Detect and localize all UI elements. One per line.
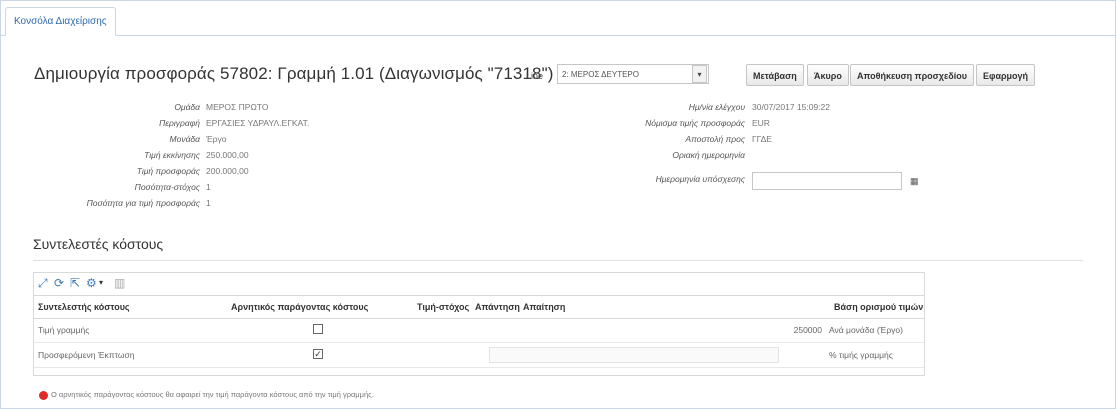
chevron-down-icon: ▾ <box>697 70 702 79</box>
column-header[interactable]: Απάντηση <box>475 296 520 318</box>
calendar-icon[interactable]: ▦ <box>910 176 920 186</box>
cost-factor-name: Τιμή γραμμής <box>38 325 90 335</box>
info-note-text: Ο αρνητικός παράγοντας κόστους θα αφαιρε… <box>51 390 374 399</box>
field-ship-to: Αποστολή προς ΓΓΔΕ <box>0 132 1116 146</box>
field-bid-quantity: Ποσότητα για τιμή προσφοράς 1 <box>0 196 400 210</box>
field-label: Ημ/νία ελέγχου <box>688 102 745 112</box>
cost-factor-name: Προσφερόμενη Έκπτωση <box>38 350 135 360</box>
pricing-basis: Ανά μονάδα (Έργο) <box>829 325 903 335</box>
field-value: 1 <box>206 198 211 208</box>
column-header[interactable]: Αρνητικός παράγοντας κόστους <box>231 296 368 318</box>
chevron-down-icon[interactable]: ▾ <box>99 276 103 290</box>
line-select-value: 2: ΜΕΡΟΣ ΔΕΥΤΕΡΟ <box>562 70 639 79</box>
column-header[interactable]: Βάση ορισμού τιμών <box>834 296 923 318</box>
field-label: Αποστολή προς <box>685 134 745 144</box>
column-header[interactable]: Απαίτηση <box>523 296 565 318</box>
cost-factors-table: ⤢ ⟳ ⇱ ⚙ ▾ ▥ Συντελεστής κόστους Αρνητικό… <box>33 272 925 376</box>
field-promise-date: Ημερομηνία υπόσχεσης <box>0 172 1116 186</box>
detach-icon[interactable]: ⤢ <box>38 276 48 290</box>
section-divider <box>33 260 1083 261</box>
tab-strip: Κονσόλα Διαχείρισης <box>1 1 1115 36</box>
info-note: Ο αρνητικός παράγοντας κόστους θα αφαιρε… <box>39 390 374 400</box>
error-icon <box>39 390 48 400</box>
field-value: ΓΓΔΕ <box>752 134 772 144</box>
line-select-arrow[interactable]: ▾ <box>692 65 707 83</box>
table-row: Προσφερόμενη Έκπτωση ✓ % τιμής γραμμής <box>34 343 924 368</box>
table-row: Τιμή γραμμής 250000 Ανά μονάδα (Έργο) <box>34 318 924 343</box>
field-check-date: Ημ/νία ελέγχου 30/07/2017 15:09:22 <box>0 100 1116 114</box>
field-deadline: Οριακή ημερομηνία <box>0 148 1116 162</box>
page-title: Δημιουργία προσφοράς 57802: Γραμμή 1.01 … <box>34 64 554 83</box>
column-header[interactable]: Τιμή-στόχος <box>417 296 469 318</box>
field-label: Οριακή ημερομηνία <box>672 150 745 160</box>
columns-icon[interactable]: ▥ <box>114 276 125 290</box>
field-value: EUR <box>752 118 770 128</box>
section-title: Συντελεστές κόστους <box>33 236 164 252</box>
export-icon[interactable]: ⇱ <box>70 276 80 290</box>
table-header: Συντελεστής κόστους Αρνητικός παράγοντας… <box>34 295 924 319</box>
field-value: 30/07/2017 15:09:22 <box>752 102 830 112</box>
field-label: Ποσότητα για τιμή προσφοράς <box>86 198 200 208</box>
field-label: Ημερομηνία υπόσχεσης <box>655 174 745 184</box>
column-header[interactable]: Συντελεστής κόστους <box>38 296 130 318</box>
negative-factor-checkbox[interactable] <box>313 324 323 334</box>
promise-date-input[interactable] <box>752 172 902 190</box>
apply-button[interactable]: Εφαρμογή <box>976 64 1036 86</box>
tab-admin-console[interactable]: Κονσόλα Διαχείρισης <box>5 7 116 36</box>
save-draft-button[interactable]: Αποθήκευση προσχεδίου <box>850 64 974 86</box>
response-input[interactable] <box>489 347 779 363</box>
field-label: Νόμισμα τιμής προσφοράς <box>645 118 745 128</box>
field-currency: Νόμισμα τιμής προσφοράς EUR <box>0 116 1116 130</box>
go-button[interactable]: Μετάβαση <box>746 64 804 86</box>
page-header: Δημιουργία προσφοράς 57802: Γραμμή 1.01 … <box>34 62 1116 90</box>
cancel-button[interactable]: Άκυρο <box>807 64 849 86</box>
gear-icon[interactable]: ⚙ <box>86 276 97 290</box>
refresh-icon[interactable]: ⟳ <box>54 276 64 290</box>
pricing-basis: % τιμής γραμμής <box>829 350 893 360</box>
table-toolbar: ⤢ ⟳ ⇱ ⚙ ▾ ▥ <box>34 273 924 293</box>
negative-factor-checkbox[interactable]: ✓ <box>313 349 323 359</box>
line-label: Line <box>526 71 544 81</box>
response-value[interactable]: 250000 <box>734 318 822 342</box>
line-select[interactable]: 2: ΜΕΡΟΣ ΔΕΥΤΕΡΟ <box>557 64 709 84</box>
